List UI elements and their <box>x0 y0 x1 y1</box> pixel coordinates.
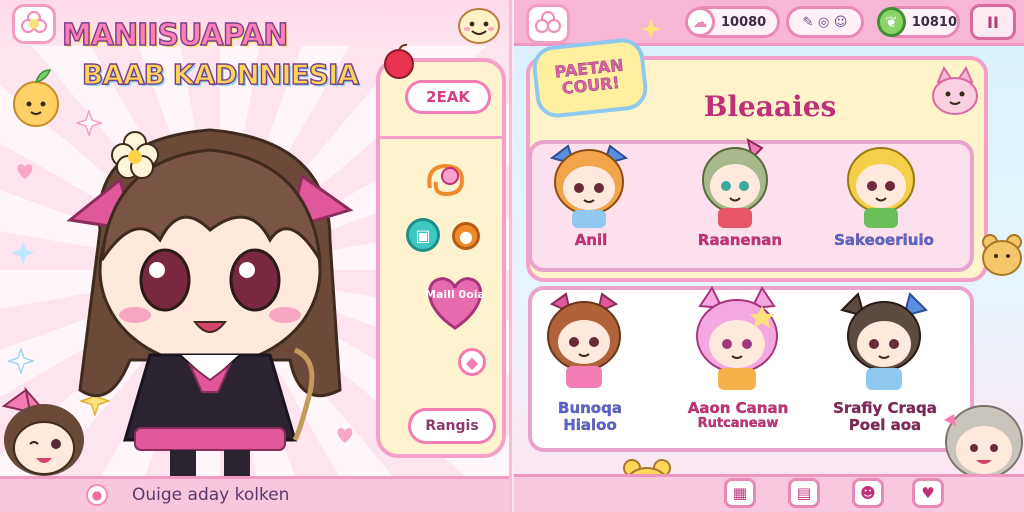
title-line-2: BAAB KADNNIESIA <box>81 57 359 91</box>
bottom-nav-bar <box>514 474 1024 512</box>
mail-heart-label: Maill 0oia <box>425 288 485 301</box>
title-line-1: MANIISUAPAN <box>61 18 289 53</box>
badge-line-2: COUR! <box>560 72 621 98</box>
star-sparkle-icon <box>8 348 34 374</box>
pin-icon[interactable]: ◆ <box>458 348 486 376</box>
tools-icon: ✎ ◎ ☺ <box>802 14 848 30</box>
pause-button[interactable]: II <box>970 4 1016 40</box>
chest-icon[interactable]: ▤ <box>788 478 820 508</box>
resource-leaf-value: 10810 <box>911 14 957 30</box>
bottom-badge-icon[interactable]: ● <box>86 484 108 506</box>
panel-title: Bleaaies <box>703 90 837 123</box>
character-name-srafiy: Srafiy Craqa Poel aoa <box>820 400 950 433</box>
leaf-icon: ❦ <box>877 7 906 37</box>
resource-cloud-value: 10080 <box>721 14 767 30</box>
character-name-anil: Anil <box>574 231 608 249</box>
mail-heart-button[interactable] <box>420 272 490 332</box>
close-star-button[interactable] <box>12 4 56 44</box>
game-title: MANIISUAPAN BAAB KADNNIESIA <box>61 18 382 91</box>
event-badge[interactable]: PAETAN COUR! <box>530 36 650 120</box>
candy-swirl-icon[interactable] <box>422 158 470 202</box>
character-name-srafiy-line2: Poel aoa <box>848 415 922 434</box>
resource-cloud[interactable]: ☁ 10080 <box>685 6 780 38</box>
character-name-raanenan: Raanenan <box>697 231 783 249</box>
character-name-aaon-canan: Aaon Canan Rutcaneaw <box>676 400 800 431</box>
character-name-sakeoeriuio: Sakeoeriuio <box>834 231 934 249</box>
side-menu: 2EAK ▣ ● Maill 0oia ◆ Rangis <box>376 58 506 458</box>
flower-icon <box>535 11 561 33</box>
bottom-status-text: Ouige aday kolken <box>132 485 290 505</box>
home-flower-button[interactable] <box>526 4 570 44</box>
cloud-icon: ☁ <box>685 7 715 37</box>
character-name-aaon-line2: Rutcaneaw <box>697 415 779 431</box>
right-panel: ☁ 10080 ✎ ◎ ☺ ❦ 10810 II Bleaaies PAETAN… <box>514 0 1024 512</box>
resource-tools[interactable]: ✎ ◎ ☺ <box>786 6 864 38</box>
heart-icon[interactable]: ♥ <box>912 478 944 508</box>
main-chibi-character <box>66 128 354 478</box>
left-panel: MANIISUAPAN BAAB KADNNIESIA ● Ouige aday… <box>0 0 512 512</box>
character-name-bunoqa: Bunoqa Hialoo <box>540 400 640 433</box>
range-button[interactable]: Rangis <box>408 408 496 444</box>
heart-deco-icon <box>17 164 33 179</box>
gift-box-icon[interactable]: ▣ <box>406 218 440 252</box>
menu-top-pill[interactable]: 2EAK <box>405 80 491 114</box>
character-name-srafiy-line1: Srafiy Craqa <box>833 399 937 417</box>
orange-orb-icon[interactable]: ● <box>452 222 480 250</box>
character-name-aaon-line1: Aaon Canan <box>687 399 789 417</box>
menu-divider <box>380 136 502 139</box>
star-sparkle-icon <box>11 241 35 265</box>
character-name-bunoqa-line2: Hialoo <box>563 415 617 434</box>
character-row-1 <box>528 140 974 272</box>
flower-close-icon <box>21 11 47 33</box>
map-icon[interactable]: ▦ <box>724 478 756 508</box>
character-name-bunoqa-line1: Bunoqa <box>558 399 622 417</box>
resource-leaf[interactable]: ❦ 10810 <box>877 6 960 38</box>
pet-icon[interactable]: ☻ <box>852 478 884 508</box>
